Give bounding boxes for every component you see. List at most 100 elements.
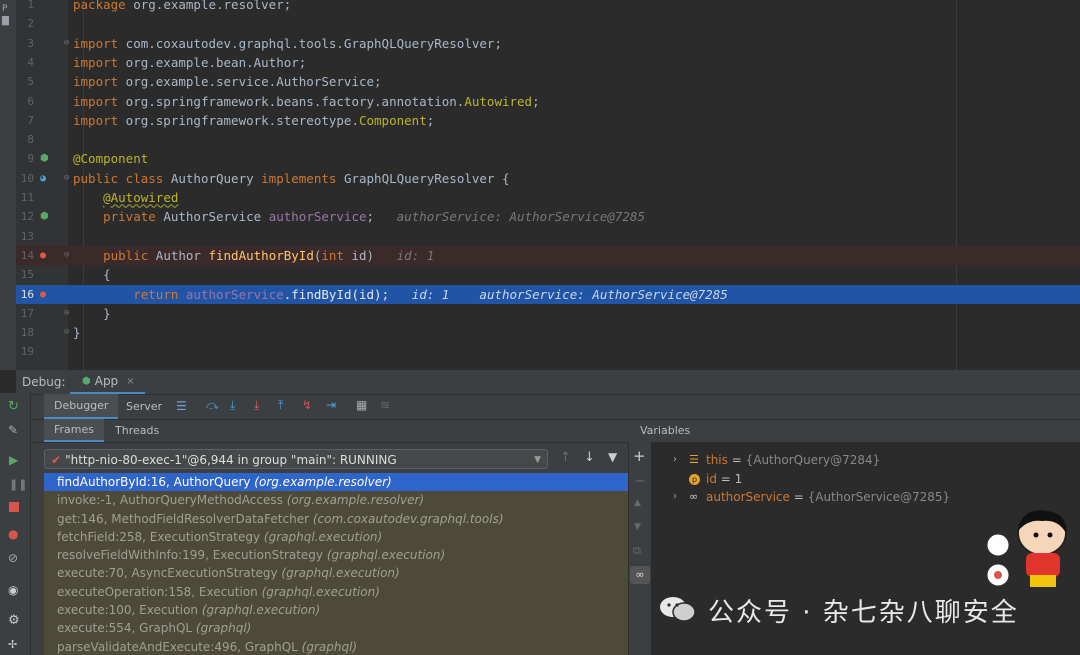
run-to-cursor-icon[interactable]: ⇥ xyxy=(326,398,336,412)
drop-frame-icon[interactable]: ↯ xyxy=(302,398,312,412)
add-watch-icon[interactable]: + xyxy=(633,447,646,465)
bean-icon[interactable]: ⬢ xyxy=(40,207,49,226)
step-out-icon[interactable]: ⤒ xyxy=(278,398,283,413)
line-number[interactable]: 5 xyxy=(16,72,34,91)
frame-item[interactable]: execute:70, AsyncExecutionStrategy (grap… xyxy=(44,564,628,582)
line-number[interactable]: 3 xyxy=(16,34,34,53)
frame-down-icon[interactable]: ↓ xyxy=(584,450,595,465)
step-over-icon[interactable]: ⤼ xyxy=(206,398,219,413)
settings-icon[interactable]: ✎ xyxy=(8,423,18,437)
thread-select[interactable]: ✔ "http-nio-80-exec-1"@6,944 in group "ma… xyxy=(44,449,548,469)
code-line-9[interactable]: 9 ⬢ @Component xyxy=(16,149,1080,168)
code-line-10[interactable]: 10 ◕ ⊖ public class AuthorQuery implements … xyxy=(16,169,1080,188)
frame-item[interactable]: get:146, MethodFieldResolverDataFetcher … xyxy=(44,510,628,528)
line-number[interactable]: 6 xyxy=(16,92,34,111)
remove-watch-icon[interactable]: − xyxy=(635,474,646,489)
line-number[interactable]: 10 xyxy=(16,169,34,188)
folder-icon[interactable]: ▇ xyxy=(2,16,9,26)
line-number[interactable]: 1 xyxy=(16,0,34,14)
code-line-5[interactable]: 5 import org.example.service.AuthorServic… xyxy=(16,72,1080,91)
line-number[interactable]: 18 xyxy=(16,323,34,342)
implementing-icon[interactable]: ◕ xyxy=(40,169,46,188)
stop-icon[interactable] xyxy=(9,502,19,512)
close-icon[interactable]: × xyxy=(126,376,134,387)
code-line-18[interactable]: 18 ⊖} xyxy=(16,323,1080,342)
code-line-3[interactable]: 3 ⊖ import com.coxautodev.graphql.tools.Gr… xyxy=(16,34,1080,53)
move-down-icon[interactable]: ▼ xyxy=(634,522,641,532)
fold-marker-icon[interactable]: ⊖ xyxy=(64,169,69,188)
tab-debugger[interactable]: Debugger xyxy=(44,394,119,419)
tab-app[interactable]: ⬢ App × xyxy=(70,370,145,394)
camera-icon[interactable]: ◉ xyxy=(8,583,18,597)
code-line-8[interactable]: 8 xyxy=(16,130,1080,149)
fold-marker-icon[interactable]: ⊖ xyxy=(64,304,69,323)
line-number[interactable]: 11 xyxy=(16,188,34,207)
line-number[interactable]: 7 xyxy=(16,111,34,130)
force-step-into-icon[interactable]: ⤓ xyxy=(254,398,259,413)
code-line-19[interactable]: 19 xyxy=(16,342,1080,361)
pin-icon[interactable]: ✢ xyxy=(8,638,17,651)
code-line-12[interactable]: 12 ⬢ private AuthorService authorService;… xyxy=(16,207,1080,226)
bean-icon[interactable]: ⬢ xyxy=(40,149,49,168)
project-icon[interactable]: P xyxy=(2,4,7,14)
frame-item[interactable]: resolveFieldWithInfo:199, ExecutionStrat… xyxy=(44,546,628,564)
frame-item[interactable]: execute:100, Execution (graphql.executio… xyxy=(44,601,628,619)
pause-icon[interactable]: ❚❚ xyxy=(9,478,27,491)
show-watches-icon[interactable]: ∞ xyxy=(630,566,650,584)
code-line-14[interactable]: 14 ● ⊖ public Author findAuthorById(int id… xyxy=(16,245,1080,266)
fold-marker-icon[interactable]: ⊖ xyxy=(64,34,69,53)
frame-item[interactable]: invoke:-1, AuthorQueryMethodAccess (org.… xyxy=(44,491,628,509)
frame-item[interactable]: executeOperation:158, Execution (graphql… xyxy=(44,583,628,601)
line-number[interactable]: 13 xyxy=(16,227,34,246)
tab-server[interactable]: Server xyxy=(126,394,162,419)
code-line-2[interactable]: 2 xyxy=(16,14,1080,33)
code-line-4[interactable]: 4 import org.example.bean.Author; xyxy=(16,53,1080,72)
line-number[interactable]: 12 xyxy=(16,207,34,226)
frame-item[interactable]: findAuthorById:16, AuthorQuery (org.exam… xyxy=(44,473,628,492)
line-number[interactable]: 19 xyxy=(16,342,34,361)
line-number[interactable]: 2 xyxy=(16,14,34,33)
expand-chevron-icon[interactable]: › xyxy=(673,451,677,469)
resume-icon[interactable]: ▶ xyxy=(9,453,18,467)
frames-list[interactable]: findAuthorById:16, AuthorQuery (org.exam… xyxy=(44,473,628,655)
line-number[interactable]: 9 xyxy=(16,149,34,168)
code-line-13[interactable]: 13 xyxy=(16,227,1080,246)
view-breakpoints-icon[interactable]: ● xyxy=(8,527,18,541)
step-into-icon[interactable]: ⤓ xyxy=(230,398,235,413)
gear-icon[interactable]: ⚙ xyxy=(8,613,20,628)
line-number[interactable]: 15 xyxy=(16,265,34,284)
line-number[interactable]: 14 xyxy=(16,246,34,265)
expand-chevron-icon[interactable]: › xyxy=(673,488,677,506)
tab-frames[interactable]: Frames xyxy=(44,419,105,442)
tab-threads[interactable]: Threads xyxy=(115,419,159,442)
code-line-7[interactable]: 7 import org.springframework.stereotype.C… xyxy=(16,111,1080,130)
code-line-1[interactable]: 1 package org.example.resolver; xyxy=(16,0,1080,14)
line-number[interactable]: 8 xyxy=(16,130,34,149)
code-line-16[interactable]: 16 ● return authorService.findById(id); i… xyxy=(16,284,1080,304)
frame-item[interactable]: execute:554, GraphQL (graphql) xyxy=(44,619,628,637)
rerun-icon[interactable]: ↻ xyxy=(8,399,19,414)
breakpoint-icon[interactable]: ● xyxy=(40,246,46,265)
code-line-11[interactable]: 11 @Autowired xyxy=(16,188,1080,207)
show-execution-point-icon[interactable]: ☰ xyxy=(176,399,187,413)
mute-breakpoints-icon[interactable]: ⊘ xyxy=(8,551,18,565)
frame-up-icon[interactable]: ↑ xyxy=(560,450,571,465)
code-line-6[interactable]: 6 import org.springframework.beans.factor… xyxy=(16,92,1080,111)
check-icon: ✔ xyxy=(51,453,62,467)
fold-marker-icon[interactable]: ⊖ xyxy=(64,246,69,265)
trace-icon[interactable]: ≋ xyxy=(380,398,390,412)
evaluate-expression-icon[interactable]: ▦ xyxy=(356,398,367,412)
code-line-15[interactable]: 15 { xyxy=(16,265,1080,284)
move-up-icon[interactable]: ▲ xyxy=(634,498,641,508)
line-number[interactable]: 4 xyxy=(16,53,34,72)
fold-marker-icon[interactable]: ⊖ xyxy=(64,323,69,342)
line-number[interactable]: 16 xyxy=(16,285,34,304)
line-number[interactable]: 17 xyxy=(16,304,34,323)
filter-icon[interactable]: ▼ xyxy=(608,450,617,464)
breakpoint-icon[interactable]: ● xyxy=(40,285,46,304)
frame-item[interactable]: parseValidateAndExecute:496, GraphQL (gr… xyxy=(44,638,628,655)
duplicate-icon[interactable]: ⧉ xyxy=(633,544,641,558)
code-line-17[interactable]: 17 ⊖ } xyxy=(16,304,1080,323)
frame-item[interactable]: fetchField:258, ExecutionStrategy (graph… xyxy=(44,528,628,546)
code-editor[interactable]: 1 package org.example.resolver; 2 3 ⊖ import … xyxy=(16,0,1080,370)
